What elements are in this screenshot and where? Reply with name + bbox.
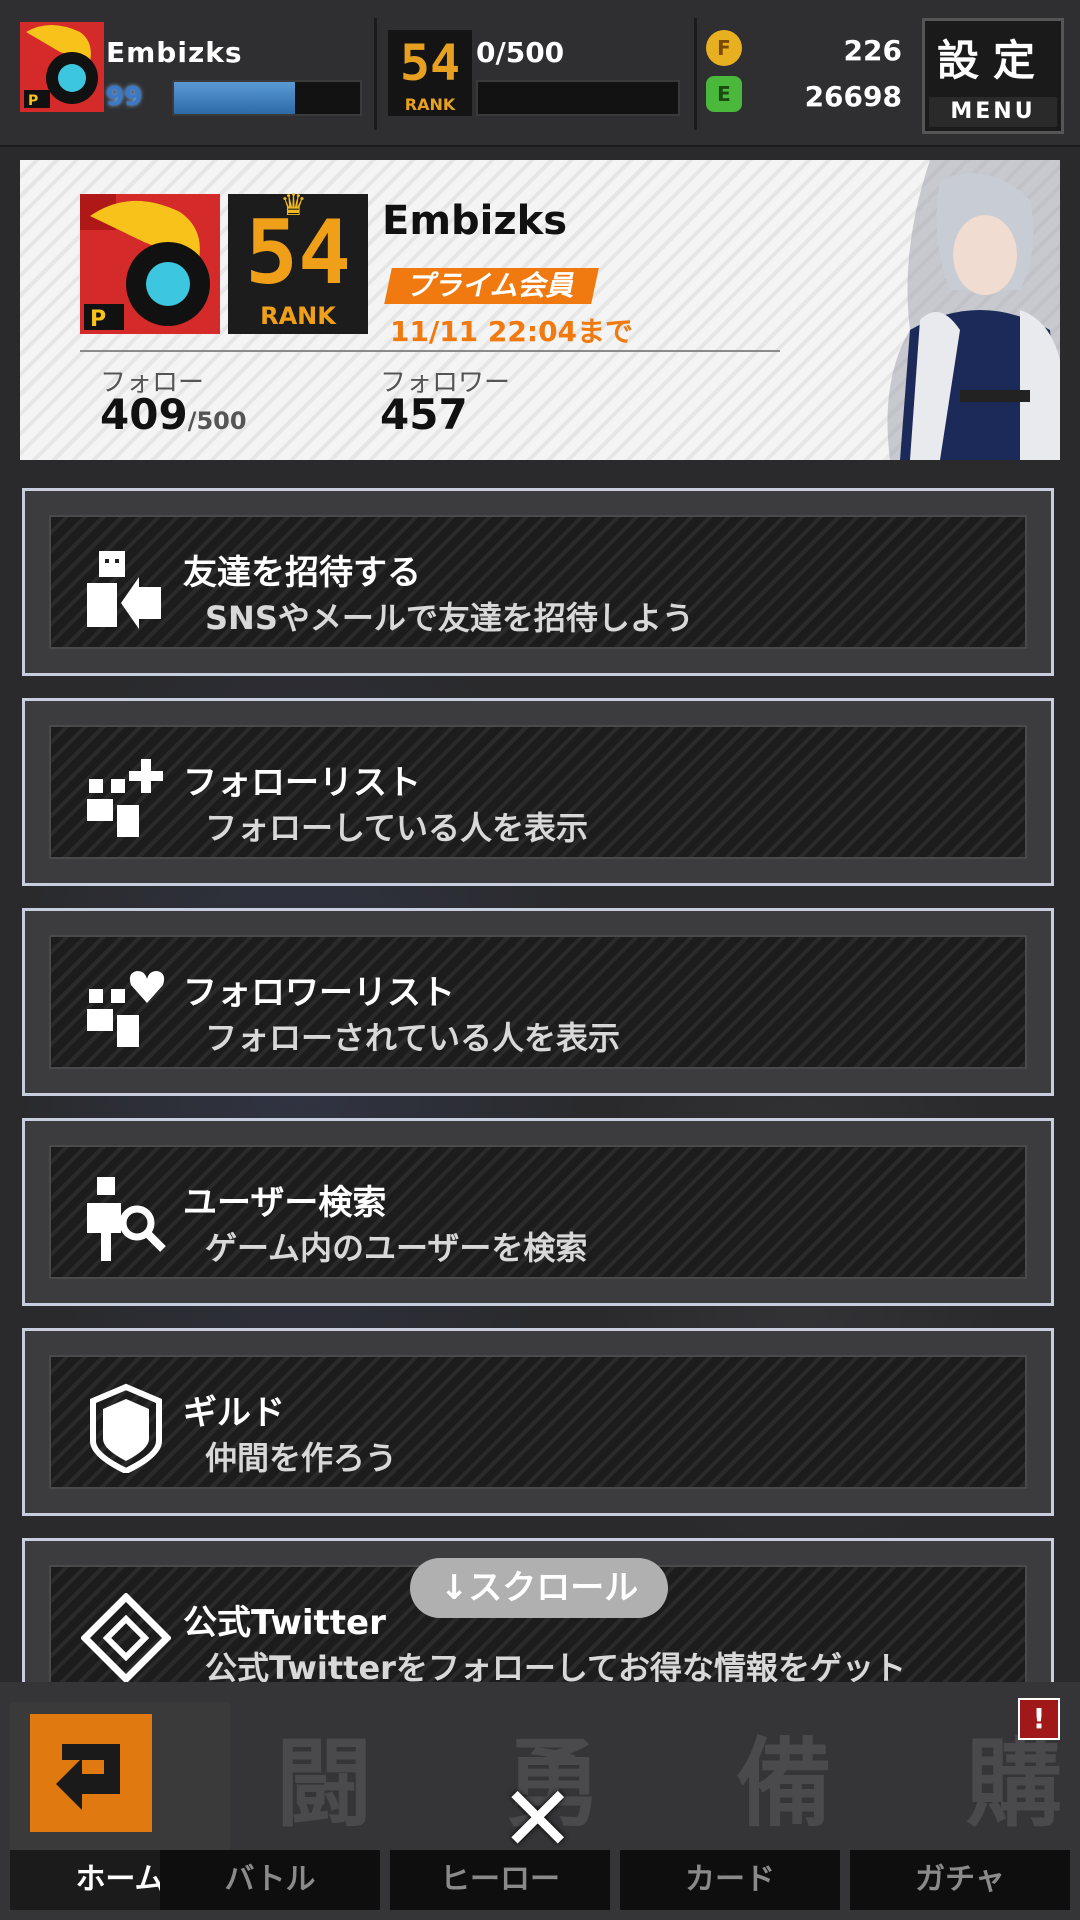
menu-item-follower-list[interactable]: フォロワーリスト フォローされている人を表示 [22, 908, 1054, 1096]
profile-avatar[interactable]: P [80, 194, 220, 334]
menu-item-user-search[interactable]: ユーザー検索 ゲーム内のユーザーを検索 [22, 1118, 1054, 1306]
divider [374, 18, 377, 130]
profile-rank-badge: ♛ 54 RANK [228, 188, 368, 334]
nav-battle[interactable]: 闘 バトル [160, 1702, 380, 1910]
scroll-hint: ↓スクロール [410, 1558, 668, 1618]
official-logo-icon [81, 1593, 171, 1683]
alert-badge-icon: ! [1018, 1698, 1060, 1740]
svg-text:P: P [90, 307, 106, 332]
guild-shield-icon [90, 1383, 162, 1473]
follow-list-icon [87, 759, 163, 837]
follower-list-icon [87, 971, 165, 1047]
divider [694, 18, 697, 130]
hero-character-portrait [887, 160, 1060, 460]
menu-item-title: ユーザー検索 [183, 1183, 387, 1223]
exp-bar [172, 80, 362, 116]
invite-friend-icon [87, 551, 161, 629]
nav-card[interactable]: 備 カード [620, 1702, 840, 1910]
menu-item-invite-friends[interactable]: 友達を招待する SNSやメールで友達を招待しよう [22, 488, 1054, 676]
prime-member-badge: プライム会員 [384, 268, 600, 304]
profile-rank-number: 54 [245, 201, 351, 304]
settings-menu-button[interactable]: 設定 MENU [922, 18, 1064, 134]
svg-text:P: P [28, 93, 38, 109]
menu-label: MENU [929, 97, 1057, 127]
prime-expiry: 11/11 22:04まで [390, 315, 634, 348]
user-search-icon [87, 1177, 166, 1261]
profile-rank-label: RANK [260, 302, 336, 330]
home-back-icon [30, 1714, 152, 1832]
menu-item-subtitle: フォローしている人を表示 [205, 809, 589, 847]
energy-icon: E [706, 76, 742, 112]
nav-gacha-label: ガチャ [850, 1850, 1070, 1910]
energy-value: 26698 [804, 80, 902, 113]
rank-label: RANK [404, 95, 456, 114]
follower-value: 457 [380, 390, 468, 439]
battle-kanji: 闘 [276, 1728, 372, 1840]
menu-item-subtitle: ゲーム内のユーザーを検索 [205, 1229, 588, 1267]
settings-kanji: 設定 [936, 36, 1049, 85]
menu-item-guild[interactable]: ギルド 仲間を作ろう [22, 1328, 1054, 1516]
player-name: Embizks [106, 36, 243, 69]
exp-bar-fill [174, 82, 295, 114]
menu-item-subtitle: SNSやメールで友達を招待しよう [205, 599, 694, 637]
menu-item-subtitle: 仲間を作ろう [205, 1439, 398, 1477]
menu-item-subtitle: フォローされている人を表示 [205, 1019, 621, 1057]
close-button[interactable]: ✕ [500, 1775, 575, 1865]
coin-value: 226 [843, 34, 902, 67]
player-avatar[interactable]: P [20, 22, 104, 112]
rank-bar [476, 80, 680, 116]
profile-name: Embizks [382, 198, 568, 244]
divider [80, 350, 780, 352]
nav-battle-label: バトル [160, 1850, 380, 1910]
rank-badge: 54 RANK [388, 30, 472, 116]
coin-icon: F [706, 30, 742, 66]
status-bar: P Embizks 99 54 RANK 0/500 F 226 E 26698… [0, 0, 1080, 147]
menu-item-title: フォローリスト [183, 763, 421, 803]
menu-item-follow-list[interactable]: フォローリスト フォローしている人を表示 [22, 698, 1054, 886]
menu-item-title: フォロワーリスト [183, 973, 455, 1013]
menu-item-title: ギルド [183, 1393, 285, 1433]
follow-count: 409/500 [100, 390, 247, 439]
rank-progress: 0/500 [476, 36, 565, 69]
menu-item-title: 公式Twitter [183, 1603, 386, 1643]
follow-max: /500 [187, 407, 247, 435]
nav-card-label: カード [620, 1850, 840, 1910]
follow-value: 409 [100, 390, 188, 439]
card-kanji: 備 [736, 1728, 832, 1840]
menu-item-title: 友達を招待する [183, 553, 421, 593]
player-level: 99 [106, 82, 143, 112]
profile-card: P ♛ 54 RANK Embizks プライム会員 11/11 22:04まで… [20, 160, 1060, 460]
rank-number: 54 [399, 34, 461, 92]
